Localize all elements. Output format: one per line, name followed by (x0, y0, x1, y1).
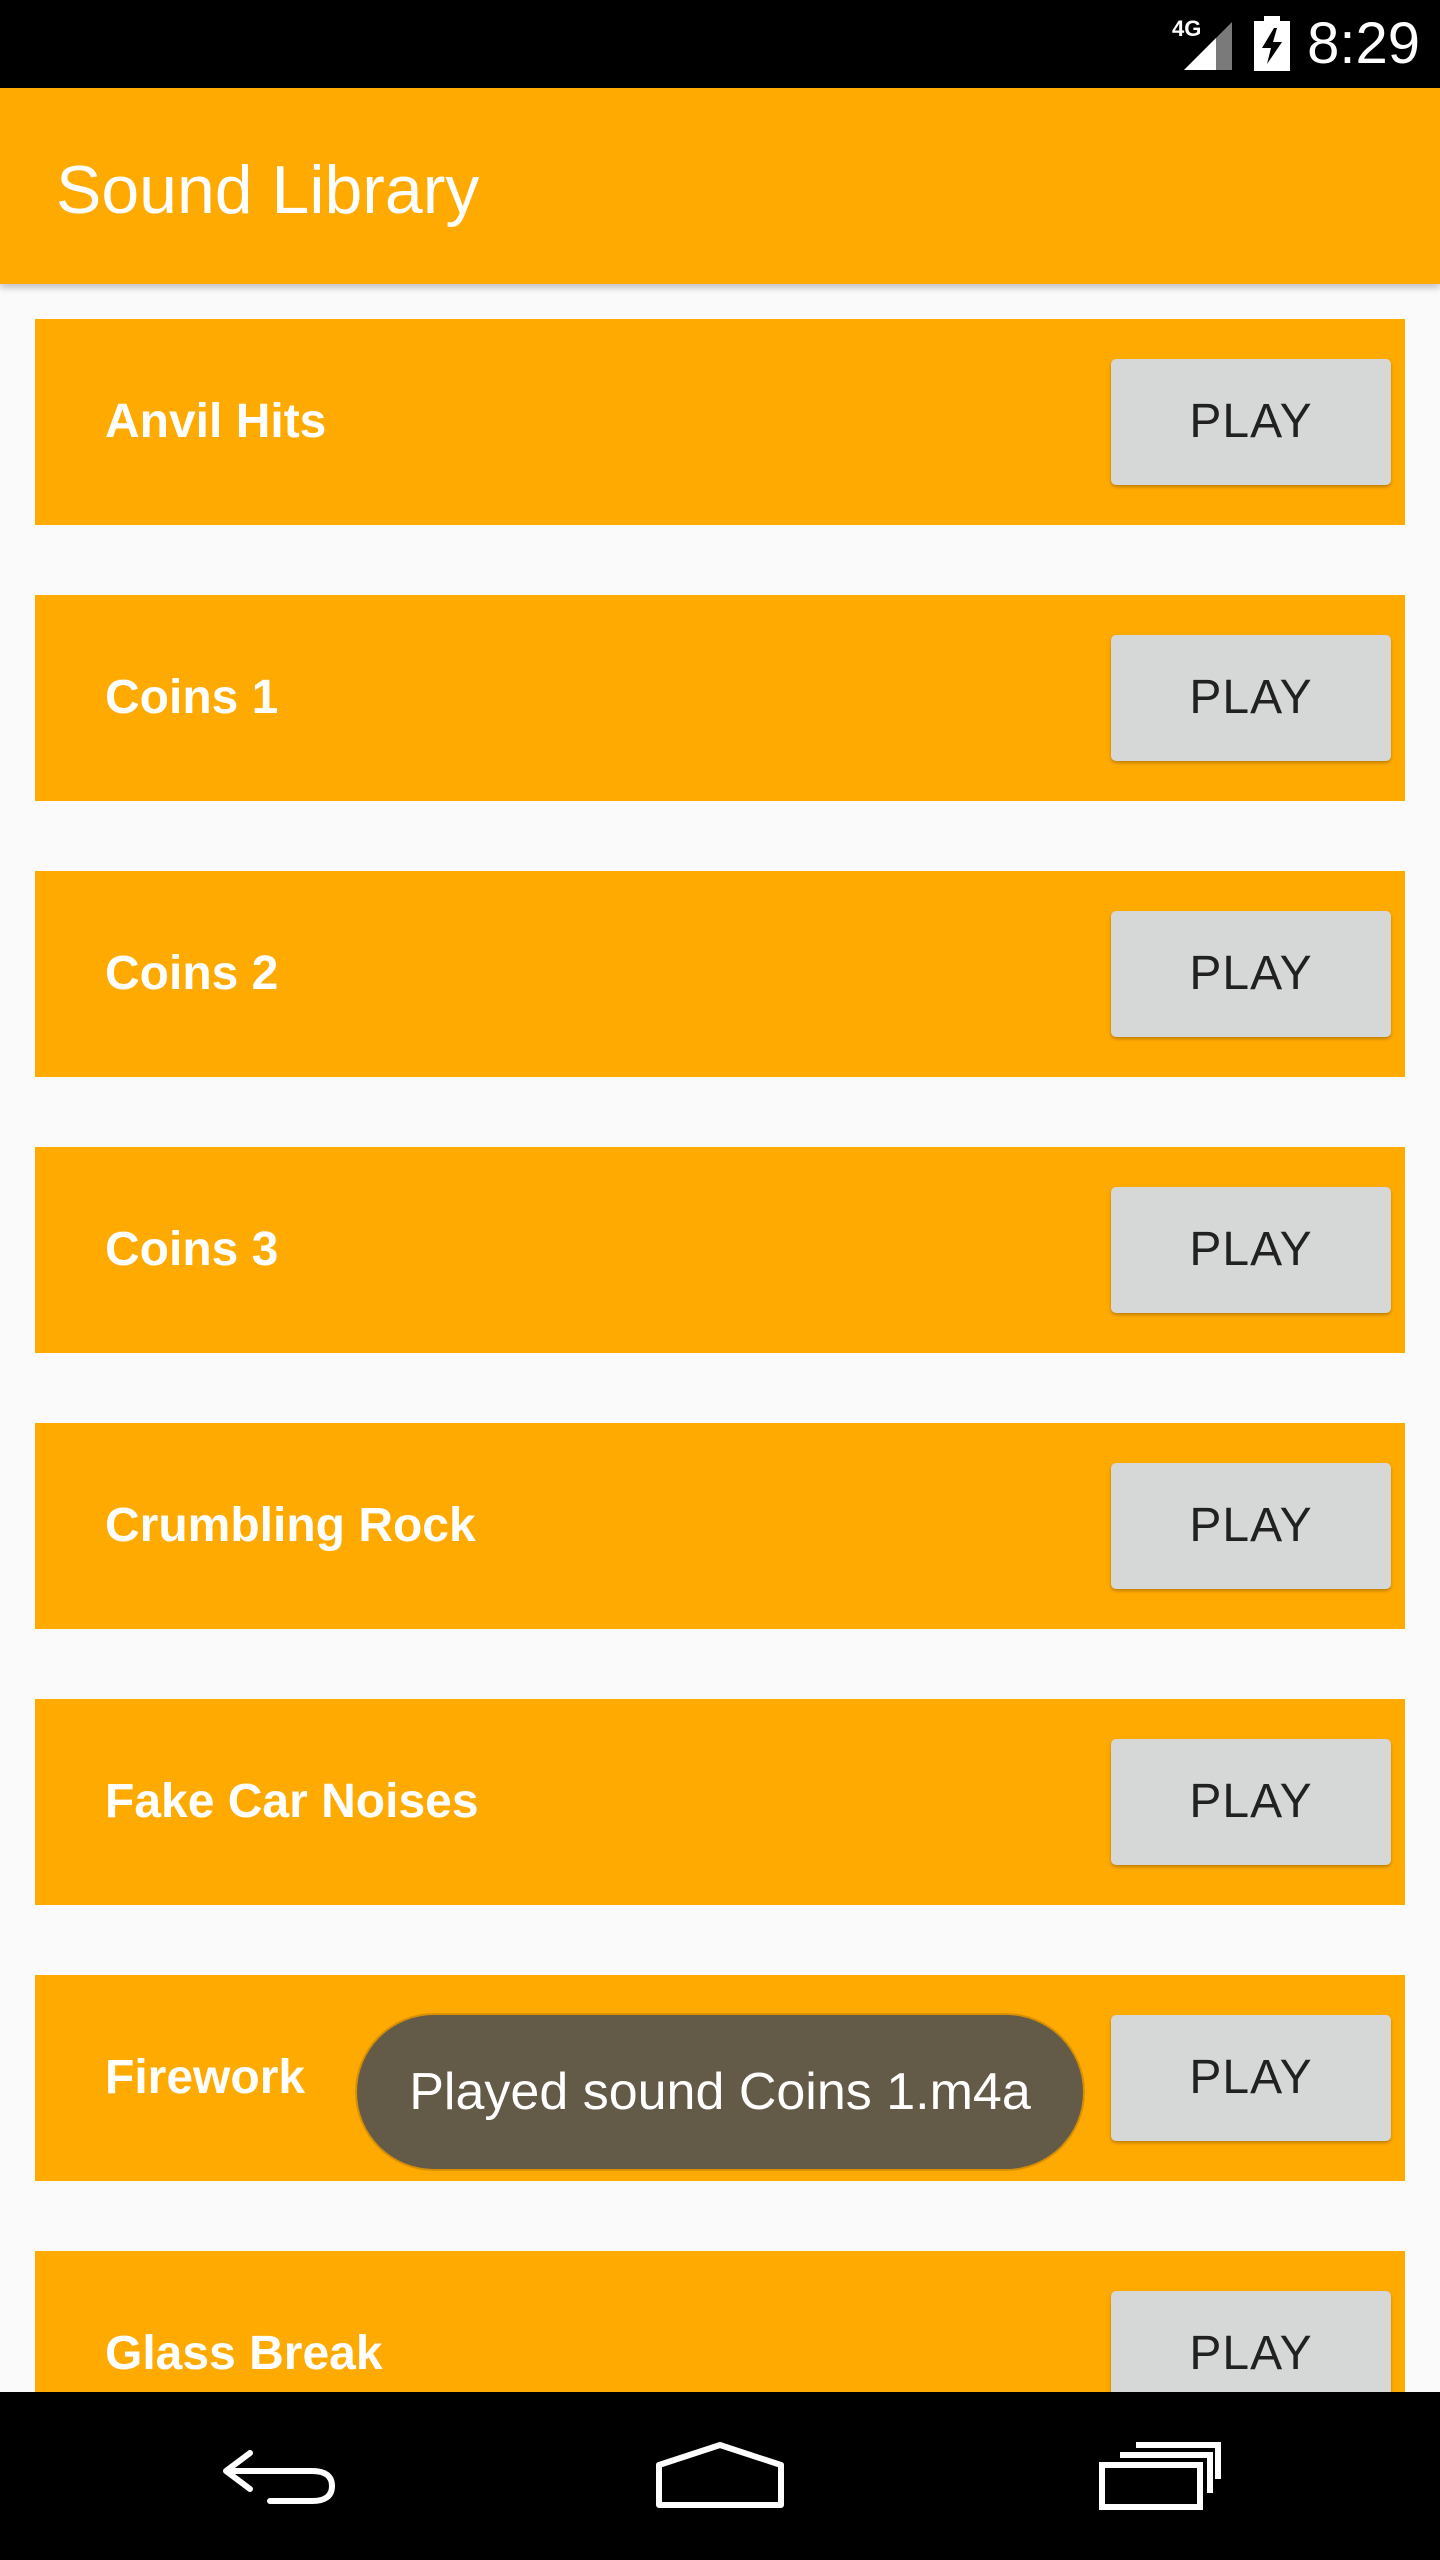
navigation-bar (0, 2392, 1440, 2560)
sound-name: Coins 3 (105, 1223, 279, 1276)
play-button[interactable]: PLAY (1111, 1187, 1391, 1313)
sound-name: Glass Break (105, 2327, 383, 2380)
play-button[interactable]: PLAY (1111, 911, 1391, 1037)
play-button[interactable]: PLAY (1111, 1463, 1391, 1589)
play-button[interactable]: PLAY (1111, 359, 1391, 485)
sound-row: Fake Car Noises PLAY (35, 1699, 1405, 1905)
app-title: Sound Library (56, 152, 480, 228)
sound-row: Coins 1 PLAY (35, 595, 1405, 801)
home-button[interactable] (600, 2392, 840, 2560)
back-button[interactable] (160, 2392, 400, 2560)
toast-message: Played sound Coins 1.m4a (357, 2015, 1083, 2169)
play-button[interactable]: PLAY (1111, 2015, 1391, 2141)
sound-name: Crumbling Rock (105, 1499, 476, 1552)
play-button[interactable]: PLAY (1111, 1739, 1391, 1865)
app-bar: Sound Library (0, 88, 1440, 284)
status-time: 8:29 (1307, 11, 1420, 76)
sound-row: Coins 2 PLAY (35, 871, 1405, 1077)
status-bar: 4G 8:29 (0, 0, 1440, 88)
sound-row: Coins 3 PLAY (35, 1147, 1405, 1353)
sound-name: Anvil Hits (105, 395, 327, 448)
recents-button[interactable] (1040, 2392, 1280, 2560)
play-button[interactable]: PLAY (1111, 635, 1391, 761)
screen: 4G 8:29 Sound Library Anvil Hits PLAY Co… (0, 0, 1440, 2560)
sound-name: Coins 2 (105, 947, 279, 1000)
battery-charging-icon (1252, 16, 1292, 72)
sound-name: Coins 1 (105, 671, 279, 724)
sound-row: Crumbling Rock PLAY (35, 1423, 1405, 1629)
signal-icon: 4G (1172, 14, 1236, 72)
sound-row: Anvil Hits PLAY (35, 319, 1405, 525)
sound-name: Firework (105, 2051, 306, 2104)
play-button[interactable]: PLAY (1111, 2291, 1391, 2392)
sound-name: Fake Car Noises (105, 1775, 479, 1828)
sound-row: Glass Break PLAY (35, 2251, 1405, 2392)
network-type-label: 4G (1172, 16, 1201, 41)
